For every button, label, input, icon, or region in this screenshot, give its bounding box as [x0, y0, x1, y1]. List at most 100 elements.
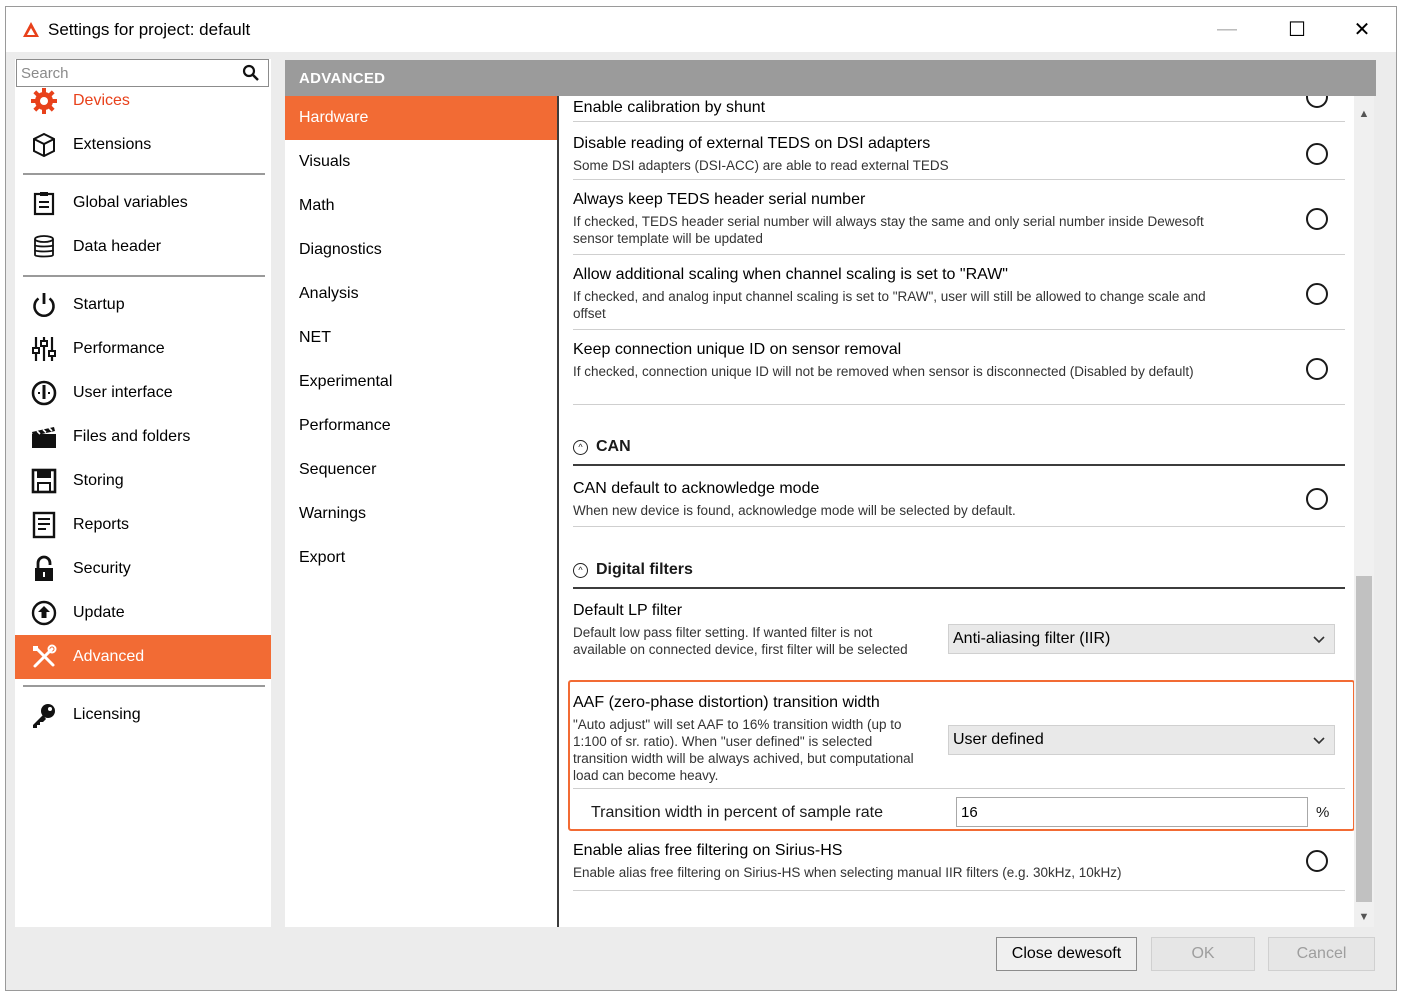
setting-title: Enable alias free filtering on Sirius-HS	[573, 842, 843, 859]
sidebar-item-label: Extensions	[73, 136, 152, 153]
subnav-item-label: Diagnostics	[299, 241, 382, 258]
settings-content: Enable calibration by shunt Disable read…	[557, 96, 1374, 927]
left-nav-pane: Devices Extensions Global variables Data…	[15, 59, 271, 927]
close-dewesoft-button[interactable]: Close dewesoft	[996, 937, 1137, 971]
select-value: User defined	[953, 731, 1044, 748]
cancel-button[interactable]: Cancel	[1268, 937, 1375, 971]
sidebar-item-storing[interactable]: Storing	[15, 459, 271, 503]
sidebar-item-extensions[interactable]: Extensions	[15, 123, 271, 167]
transition-width-unit: %	[1316, 804, 1330, 821]
aaf-mode-select[interactable]: User defined	[948, 725, 1335, 755]
subnav-item-math[interactable]: Math	[285, 184, 557, 228]
lock-icon	[29, 554, 59, 584]
subnav-item-label: Analysis	[299, 285, 359, 302]
subnav-item-hardware[interactable]: Hardware	[285, 96, 557, 140]
scroll-up-icon[interactable]: ▲	[1354, 104, 1374, 124]
scroll-down-icon[interactable]: ▼	[1354, 907, 1374, 927]
setting-title: Keep connection unique ID on sensor remo…	[573, 341, 902, 358]
keep-uid-radio[interactable]	[1306, 358, 1328, 380]
sidebar-item-devices[interactable]: Devices	[15, 79, 271, 123]
advanced-subnav-list: Hardware Visuals Math Diagnostics Analys…	[285, 96, 557, 580]
section-digital-filters[interactable]: ^ Digital filters	[573, 553, 1345, 589]
select-value: Anti-aliasing filter (IIR)	[953, 630, 1111, 647]
setting-can-ack: CAN default to acknowledge mode When new…	[573, 468, 1345, 527]
sidebar-item-label: Advanced	[73, 648, 145, 665]
keep-teds-radio[interactable]	[1306, 208, 1328, 230]
advanced-header: ADVANCED	[285, 60, 1376, 96]
sidebar-item-files-and-folders[interactable]: Files and folders	[15, 415, 271, 459]
can-ack-radio[interactable]	[1306, 488, 1328, 510]
sidebar-item-security[interactable]: Security	[15, 547, 271, 591]
setting-title: Always keep TEDS header serial number	[573, 191, 866, 208]
gear-icon	[29, 86, 59, 116]
sidebar-item-advanced[interactable]: Advanced	[15, 635, 271, 679]
sidebar-item-startup[interactable]: Startup	[15, 283, 271, 327]
setting-raw-scaling: Allow additional scaling when channel sc…	[573, 256, 1345, 330]
sidebar-item-performance[interactable]: Performance	[15, 327, 271, 371]
vertical-scrollbar[interactable]: ▲ ▼	[1354, 96, 1374, 927]
upload-icon	[29, 598, 59, 628]
sidebar-item-label: Reports	[73, 516, 130, 533]
window-title: Settings for project: default	[48, 19, 251, 39]
setting-title: Allow additional scaling when channel sc…	[573, 266, 1008, 283]
database-icon	[29, 232, 59, 262]
dsi-teds-radio[interactable]	[1306, 143, 1328, 165]
subnav-item-label: Performance	[299, 417, 391, 434]
setting-description: If checked, connection unique ID will no…	[573, 364, 1194, 379]
subnav-item-export[interactable]: Export	[285, 536, 557, 580]
minimize-icon: —	[1217, 18, 1237, 40]
sidebar-item-label: Data header	[73, 238, 162, 255]
transition-width-label: Transition width in percent of sample ra…	[591, 804, 883, 821]
setting-calibration-shunt: Enable calibration by shunt	[573, 96, 1345, 122]
subnav-item-diagnostics[interactable]: Diagnostics	[285, 228, 557, 272]
tools-icon	[29, 642, 59, 672]
subnav-item-warnings[interactable]: Warnings	[285, 492, 557, 536]
setting-description: If checked, TEDS header serial number wi…	[573, 214, 1204, 246]
subnav-item-label: Experimental	[299, 373, 393, 390]
subnav-item-label: Visuals	[299, 153, 351, 170]
raw-scaling-radio[interactable]	[1306, 283, 1328, 305]
subnav-item-label: Hardware	[299, 109, 369, 126]
subnav-item-performance[interactable]: Performance	[285, 404, 557, 448]
alias-free-radio[interactable]	[1306, 850, 1328, 872]
sidebar-item-label: Files and folders	[73, 428, 191, 445]
subnav-item-label: Math	[299, 197, 335, 214]
setting-description: If checked, and analog input channel sca…	[573, 289, 1206, 321]
scroll-thumb[interactable]	[1356, 576, 1372, 902]
lp-filter-select[interactable]: Anti-aliasing filter (IIR)	[948, 624, 1335, 654]
key-icon	[29, 700, 59, 730]
setting-keep-teds: Always keep TEDS header serial number If…	[573, 181, 1345, 255]
sidebar-item-user-interface[interactable]: User interface	[15, 371, 271, 415]
nav-list: Devices Extensions Global variables Data…	[15, 88, 271, 737]
sidebar-item-data-header[interactable]: Data header	[15, 225, 271, 269]
subnav-item-sequencer[interactable]: Sequencer	[285, 448, 557, 492]
sidebar-item-licensing[interactable]: Licensing	[15, 693, 271, 737]
section-can[interactable]: ^ CAN	[573, 430, 1345, 466]
dewesoft-logo-icon	[23, 21, 39, 37]
setting-description: "Auto adjust" will set AAF to 16% transi…	[573, 717, 914, 783]
package-icon	[29, 130, 59, 160]
sidebar-item-reports[interactable]: Reports	[15, 503, 271, 547]
subnav-item-label: NET	[299, 329, 331, 346]
close-window-button[interactable]: ✕	[1331, 7, 1393, 52]
sidebar-item-update[interactable]: Update	[15, 591, 271, 635]
collapse-chevron-icon: ^	[573, 562, 588, 578]
subnav-item-analysis[interactable]: Analysis	[285, 272, 557, 316]
minimize-button[interactable]: —	[1196, 7, 1258, 52]
ok-button[interactable]: OK	[1151, 937, 1255, 971]
subnav-item-visuals[interactable]: Visuals	[285, 140, 557, 184]
section-title: CAN	[596, 438, 631, 455]
subnav-item-label: Export	[299, 549, 346, 566]
sidebar-item-label: Licensing	[73, 706, 141, 723]
subnav-item-experimental[interactable]: Experimental	[285, 360, 557, 404]
setting-keep-uid: Keep connection unique ID on sensor remo…	[573, 331, 1345, 405]
setting-dsi-teds: Disable reading of external TEDS on DSI …	[573, 123, 1345, 180]
transition-width-input[interactable]	[956, 797, 1308, 827]
collapse-chevron-icon: ^	[573, 439, 588, 455]
subnav-item-label: Sequencer	[299, 461, 377, 478]
nav-divider	[23, 275, 265, 277]
subnav-item-net[interactable]: NET	[285, 316, 557, 360]
maximize-button[interactable]: ☐	[1266, 7, 1328, 52]
power-icon	[29, 290, 59, 320]
sidebar-item-global-variables[interactable]: Global variables	[15, 181, 271, 225]
